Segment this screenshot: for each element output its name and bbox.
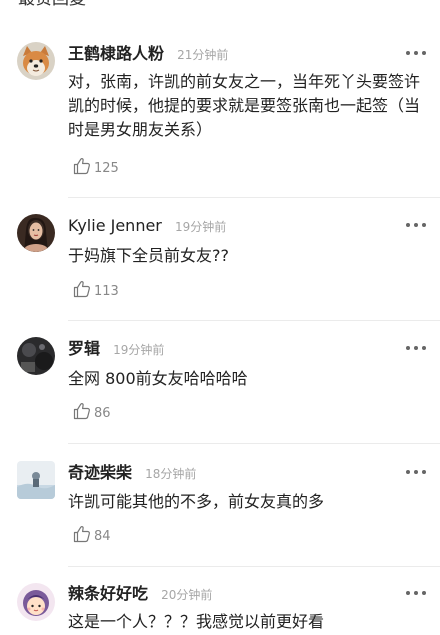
comment-header: 辣条好好吃 20分钟前 xyxy=(68,584,212,604)
like-count: 84 xyxy=(94,529,111,544)
comment-header: Kylie Jenner 19分钟前 xyxy=(68,216,226,236)
more-icon[interactable] xyxy=(406,467,428,477)
comment-text: 这是一个人？？？我感觉以前更好看 xyxy=(68,612,325,631)
more-icon[interactable] xyxy=(406,343,428,353)
comment-header: 奇迹柴柴 18分钟前 xyxy=(68,463,196,483)
thumbs-up-icon xyxy=(73,403,90,420)
avatar[interactable] xyxy=(17,337,55,375)
divider xyxy=(68,320,440,321)
timestamp: 18分钟前 xyxy=(145,467,197,481)
more-icon[interactable] xyxy=(406,220,428,230)
comment-text: 许凯可能其他的不多，前女友真的多 xyxy=(68,492,325,511)
username[interactable]: Kylie Jenner xyxy=(68,216,162,235)
comment-text: 于妈旗下全员前女友?? xyxy=(68,246,229,265)
like-count: 113 xyxy=(94,284,119,299)
comment-text: 全网 800前女友哈哈哈哈 xyxy=(68,369,248,388)
like-count: 86 xyxy=(94,406,111,421)
like-button[interactable]: 84 xyxy=(72,524,111,546)
thumbs-up-icon xyxy=(73,281,90,298)
woman-portrait-avatar-icon xyxy=(17,214,55,252)
like-count: 125 xyxy=(94,161,119,176)
more-icon[interactable] xyxy=(406,588,428,598)
divider xyxy=(68,566,440,567)
timestamp: 19分钟前 xyxy=(113,343,165,357)
like-button[interactable]: 125 xyxy=(72,156,119,178)
avatar[interactable] xyxy=(17,214,55,252)
divider xyxy=(68,197,440,198)
comment-text: 对，张南，许凯的前女友之一，当年死丫头要签许凯的时候，他提的要求就是要签张南也一… xyxy=(68,72,421,139)
cartoon-girl-avatar-icon xyxy=(17,583,55,621)
avatar[interactable] xyxy=(17,461,55,499)
username[interactable]: 辣条好好吃 xyxy=(68,584,148,603)
thumbs-up-icon xyxy=(73,526,90,543)
username[interactable]: 王鹤棣路人粉 xyxy=(68,44,164,63)
section-title: 最赞回复 xyxy=(18,0,86,10)
avatar[interactable] xyxy=(17,583,55,621)
landscape-avatar-icon xyxy=(17,461,55,499)
comment-header: 王鹤棣路人粉 21分钟前 xyxy=(68,44,228,64)
shiba-dog-avatar-icon xyxy=(17,42,55,80)
timestamp: 21分钟前 xyxy=(177,48,229,62)
timestamp: 19分钟前 xyxy=(174,220,227,234)
dark-photo-avatar-icon xyxy=(17,337,55,375)
username[interactable]: 奇迹柴柴 xyxy=(68,463,132,482)
avatar[interactable] xyxy=(17,42,55,80)
more-icon[interactable] xyxy=(406,48,428,58)
divider xyxy=(68,443,440,444)
like-button[interactable]: 113 xyxy=(72,279,119,301)
username[interactable]: 罗辑 xyxy=(68,339,100,358)
like-button[interactable]: 86 xyxy=(72,401,111,423)
comment-header: 罗辑 19分钟前 xyxy=(68,339,164,359)
thumbs-up-icon xyxy=(73,158,90,175)
timestamp: 20分钟前 xyxy=(161,588,213,602)
